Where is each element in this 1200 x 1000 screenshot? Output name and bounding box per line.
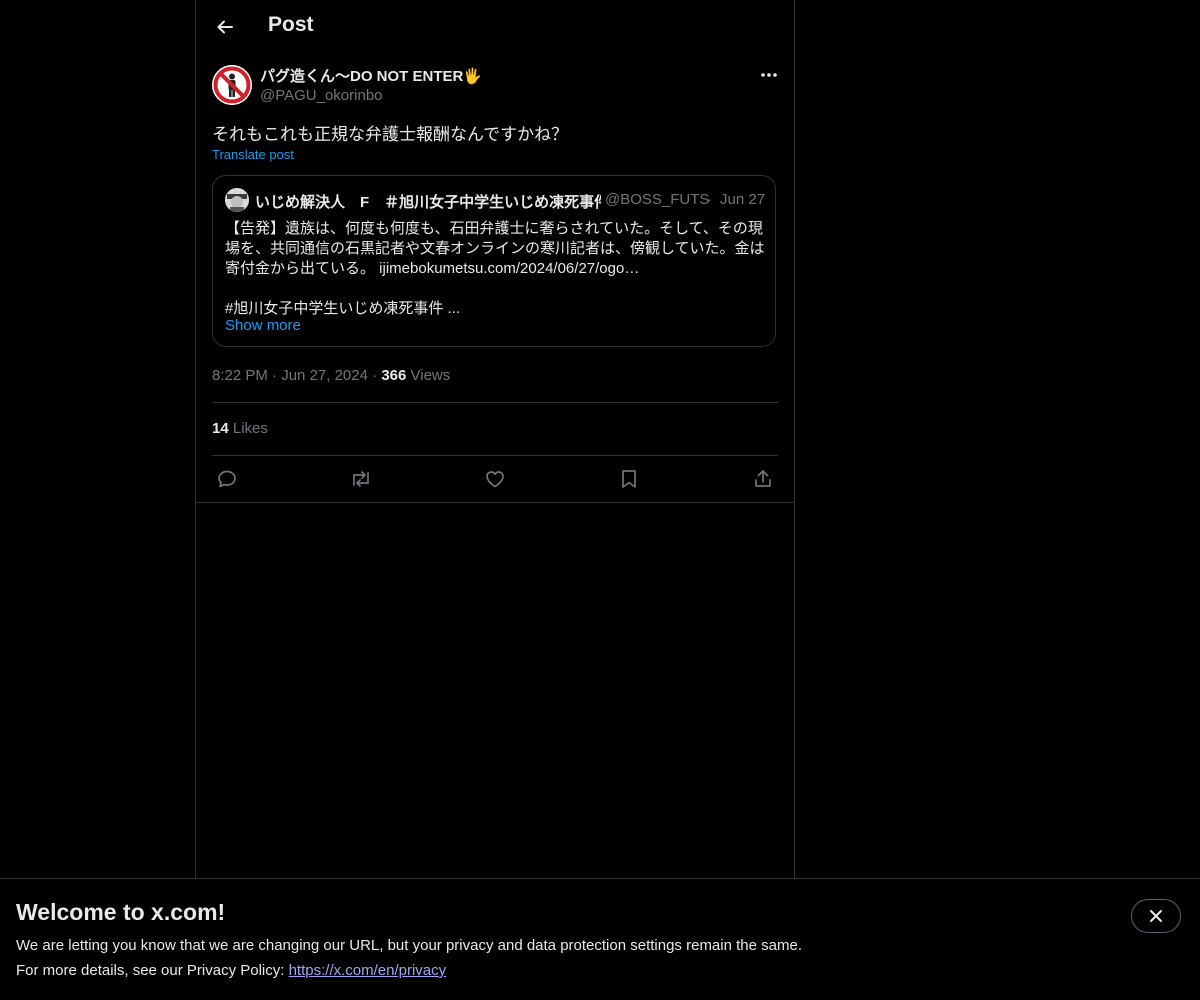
- reply-icon: [218, 470, 236, 488]
- main-column: Post パグ造くん〜DO NOT ENTER🖐 @PAGU_okorinbo …: [195, 0, 795, 878]
- quote-date: Jun 27: [720, 191, 766, 208]
- page-title: Post: [268, 13, 314, 36]
- post-text: それもこれも正規な弁護士報酬なんですかね？: [212, 125, 569, 144]
- bookmark-button[interactable]: [614, 466, 644, 492]
- arrow-left-icon: [217, 20, 233, 34]
- banner-title: Welcome to x.com!: [16, 899, 226, 925]
- show-more-link[interactable]: Show more: [225, 317, 301, 334]
- welcome-banner: Welcome to x.com! We are letting you kno…: [0, 878, 1200, 1000]
- separator-dot: ·: [707, 191, 712, 208]
- likes-stat[interactable]: 14 Likes: [212, 420, 268, 437]
- divider: [196, 502, 794, 503]
- quoted-post[interactable]: いじめ解決人 F ＃旭川女子中学生いじめ凍死事件 @BOSS_FUTS · Ju…: [212, 175, 776, 347]
- person-photo-icon: [225, 188, 249, 212]
- banner-policy-text: For more details, see our Privacy Policy…: [16, 962, 289, 979]
- privacy-policy-link[interactable]: https://x.com/en/privacy: [289, 962, 447, 979]
- like-button[interactable]: [480, 466, 510, 492]
- divider: [212, 402, 778, 403]
- quote-author-handle: @BOSS_FUTS: [605, 191, 710, 208]
- page-header: Post: [196, 0, 794, 54]
- post-date[interactable]: Jun 27, 2024: [281, 367, 368, 384]
- quote-avatar: [225, 188, 249, 212]
- post-meta: 8:22 PM · Jun 27, 2024 · 366 Views: [212, 367, 450, 384]
- bookmark-icon: [622, 470, 636, 488]
- ellipsis-icon: [761, 73, 777, 77]
- more-options-button[interactable]: [756, 64, 782, 86]
- likes-label: Likes: [232, 420, 268, 437]
- quote-text-line: 場を、共同通信の石黒記者や文春オンラインの寒川記者は、傍観していた。金は: [225, 240, 765, 257]
- no-entry-sign-icon: [212, 65, 252, 105]
- share-button[interactable]: [748, 466, 778, 492]
- banner-policy-line: For more details, see our Privacy Policy…: [16, 962, 446, 979]
- avatar[interactable]: [212, 65, 252, 105]
- reply-button[interactable]: [212, 466, 242, 492]
- repost-button[interactable]: [346, 466, 376, 492]
- heart-icon: [486, 471, 504, 488]
- repost-icon: [353, 471, 369, 487]
- likes-count: 14: [212, 420, 229, 437]
- separator-dot: ·: [272, 367, 282, 384]
- banner-message: We are letting you know that we are chan…: [16, 937, 802, 954]
- close-banner-button[interactable]: [1131, 899, 1181, 933]
- separator-dot: ·: [372, 367, 382, 384]
- close-icon: [1150, 910, 1162, 922]
- views-count: 366: [381, 367, 407, 384]
- views-label: Views: [410, 367, 451, 384]
- quote-hashtag-line: #旭川女子中学生いじめ凍死事件 ...: [225, 300, 461, 317]
- divider: [212, 455, 778, 456]
- author-handle[interactable]: @PAGU_okorinbo: [260, 87, 383, 104]
- quote-text-line: 寄付金から出ている。 ijimebokumetsu.com/2024/06/27…: [225, 260, 640, 277]
- quote-author-name: いじめ解決人 F ＃旭川女子中学生いじめ凍死事件: [255, 194, 601, 211]
- translate-post-link[interactable]: Translate post: [212, 147, 294, 162]
- share-icon: [755, 470, 771, 487]
- back-button[interactable]: [208, 10, 242, 44]
- quote-text-line: 【告発】遺族は、何度も何度も、石田弁護士に奢らされていた。そして、その現: [225, 220, 763, 237]
- author-name[interactable]: パグ造くん〜DO NOT ENTER🖐: [260, 65, 482, 86]
- post-time[interactable]: 8:22 PM: [212, 367, 268, 384]
